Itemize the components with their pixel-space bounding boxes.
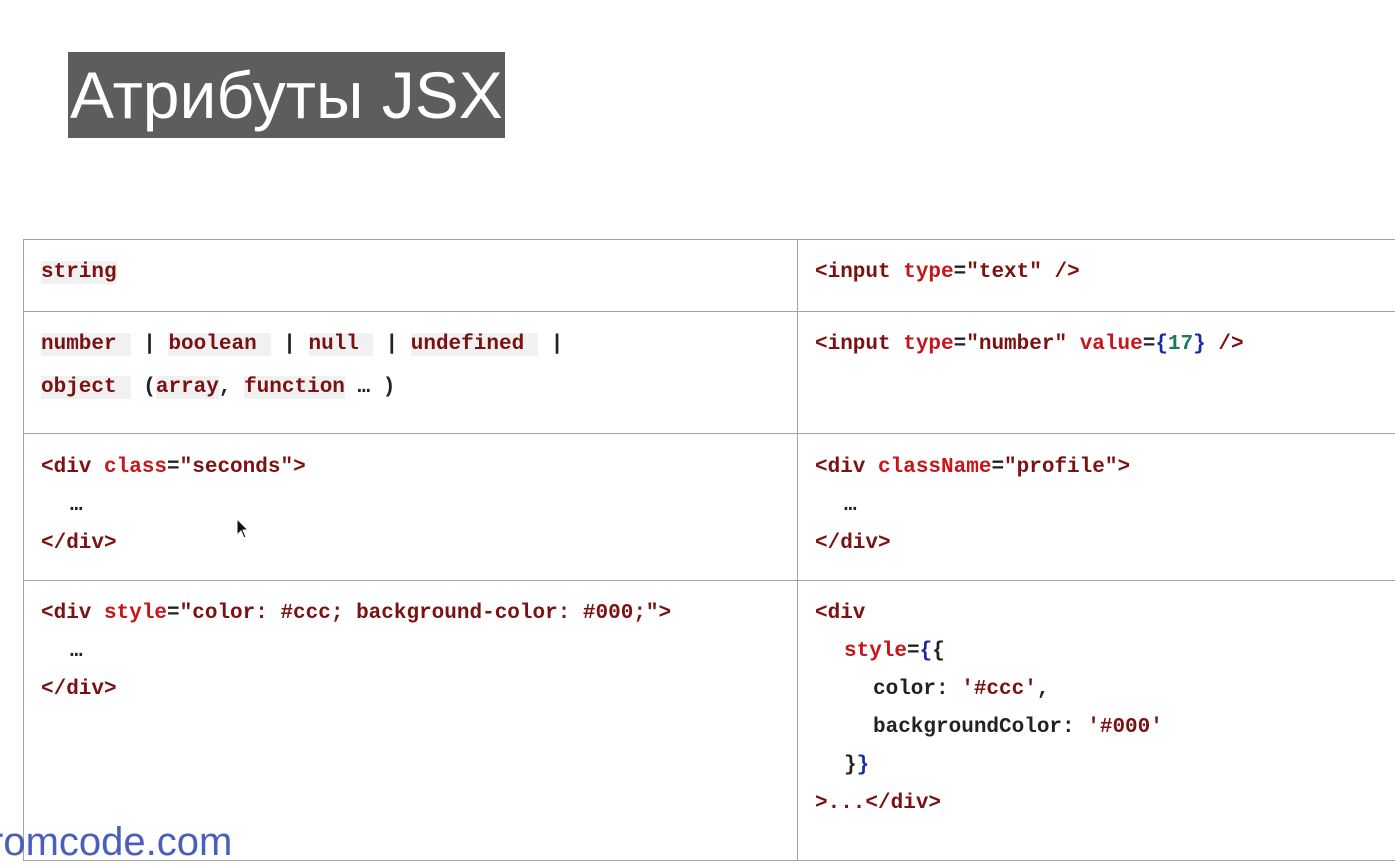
code-tag-open: <div <box>815 456 878 479</box>
code-key: color: <box>873 678 961 701</box>
code-attr: type <box>903 261 953 284</box>
code-string: "seconds" <box>180 456 293 479</box>
type-separator: | <box>386 333 399 356</box>
cell-string-type: string <box>24 240 798 312</box>
type-object: object <box>41 376 131 399</box>
type-number: number <box>41 333 131 356</box>
cell-html-class-example: <div class="seconds"> … </div> <box>24 434 798 581</box>
code-tag-open: <div <box>41 456 104 479</box>
code-eq: = <box>167 602 180 625</box>
type-separator: | <box>551 333 564 356</box>
code-tag-open: <div <box>41 602 104 625</box>
code-brace-open: { <box>920 640 933 663</box>
type-separator: | <box>143 333 156 356</box>
code-close-tag: </div> <box>41 532 117 555</box>
code-tag-open: <input <box>815 333 903 356</box>
paren-open: ( <box>143 376 156 399</box>
code-gt: > <box>1117 456 1130 479</box>
code-tag-open: <div <box>815 602 865 625</box>
ellipsis: … <box>844 494 857 517</box>
code-string: '#ccc' <box>961 678 1037 701</box>
code-eq: = <box>167 456 180 479</box>
code-attr: style <box>104 602 167 625</box>
table-row: number | boolean | null | undefined | ob… <box>24 312 1395 434</box>
type-boolean: boolean <box>168 333 270 356</box>
cell-jsx-style-example: <div style={{ color: '#ccc', backgroundC… <box>798 581 1395 861</box>
code-eq: = <box>1143 333 1156 356</box>
cell-input-number-example: <input type="number" value={17} /> <box>798 312 1395 434</box>
code-attr-type: type <box>903 333 953 356</box>
table-row: string <input type="text" /> <box>24 240 1395 312</box>
code-gt: > <box>659 602 672 625</box>
code-brace-close: } <box>857 754 870 777</box>
type-function: function <box>244 376 345 399</box>
cell-input-text-example: <input type="text" /> <box>798 240 1395 312</box>
cell-other-types: number | boolean | null | undefined | ob… <box>24 312 798 434</box>
code-close-tag: </div> <box>41 678 117 701</box>
code-key: backgroundColor: <box>873 716 1087 739</box>
code-eq: = <box>907 640 920 663</box>
code-tag-close: /> <box>1042 261 1080 284</box>
watermark: romcode.com <box>0 818 232 866</box>
code-tag-open: <input <box>815 261 903 284</box>
code-object-open: { <box>932 640 945 663</box>
code-string: "text" <box>966 261 1042 284</box>
code-string: "color: #ccc; background-color: #000;" <box>180 602 659 625</box>
code-object-close: } <box>844 754 857 777</box>
slide-title: Атрибуты JSX <box>68 52 505 138</box>
ellipsis: … <box>70 494 83 517</box>
code-eq: = <box>954 333 967 356</box>
code-string: "number" <box>966 333 1067 356</box>
table-row: <div class="seconds"> … </div> <div clas… <box>24 434 1395 581</box>
paren-close: ) <box>383 376 396 399</box>
type-array: array <box>156 376 219 399</box>
type-undefined: undefined <box>411 333 538 356</box>
jsx-attributes-table: string <input type="text" /> number | bo… <box>23 239 1395 861</box>
code-eq: = <box>954 261 967 284</box>
code-attr: className <box>878 456 991 479</box>
ellipsis: … <box>358 376 371 399</box>
code-string: "profile" <box>1004 456 1117 479</box>
code-attr: class <box>104 456 167 479</box>
type-separator: | <box>283 333 296 356</box>
code-string: '#000' <box>1087 716 1163 739</box>
cell-jsx-classname-example: <div className="profile"> … </div> <box>798 434 1395 581</box>
code-brace-close: } <box>1193 333 1206 356</box>
ellipsis: … <box>70 640 83 663</box>
code-gt: > <box>293 456 306 479</box>
type-string: string <box>41 261 117 284</box>
comma: , <box>219 376 232 399</box>
code-eq: = <box>991 456 1004 479</box>
code-tail: >...</div> <box>815 792 941 815</box>
code-number: 17 <box>1168 333 1193 356</box>
mouse-pointer-icon <box>236 518 250 540</box>
code-close-tag: </div> <box>815 532 891 555</box>
code-brace-open: { <box>1155 333 1168 356</box>
code-attr-value: value <box>1080 333 1143 356</box>
code-tag-close: /> <box>1206 333 1244 356</box>
comma: , <box>1037 678 1050 701</box>
code-attr: style <box>844 640 907 663</box>
type-null: null <box>309 333 373 356</box>
